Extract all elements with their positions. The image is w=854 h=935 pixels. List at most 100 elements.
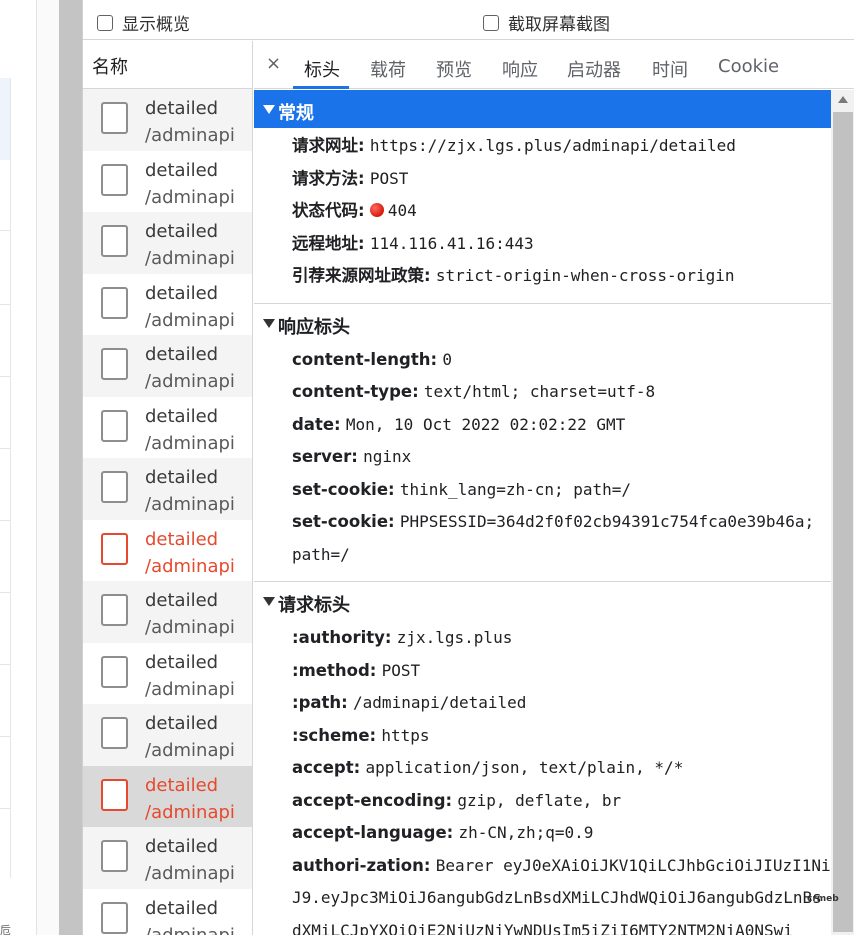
checkbox-icon [483,14,499,31]
header-row: :method: POST [254,655,831,688]
request-name: detailed [145,651,219,673]
request-row[interactable]: detailed/adminapi [83,581,252,643]
page-content-strip: 卮 [0,0,37,935]
remote-address-row: 远程地址: 114.116.41.16:443 [254,228,831,261]
request-path: /adminapi [145,248,235,269]
capture-screenshot-checkbox[interactable]: 截取屏幕截图 [483,10,610,35]
document-icon [101,225,128,257]
close-icon[interactable]: × [266,53,281,74]
expand-triangle-icon [263,105,275,114]
status-code-key: 状态代码: [292,201,365,220]
header-value: gzip, deflate, br [457,790,622,810]
tab-preview[interactable]: 预览 [436,56,472,82]
checkbox-icon [97,14,113,31]
request-path: /adminapi [145,186,235,208]
request-name: detailed [145,774,219,796]
request-row[interactable]: detailed/adminapi [83,335,252,397]
tab-timing[interactable]: 时间 [652,56,688,82]
capture-screenshot-label: 截取屏幕截图 [508,15,610,35]
header-row: accept-encoding: gzip, deflate, br [254,785,831,818]
header-row: :authority: zjx.lgs.plus [254,622,831,655]
request-row[interactable]: detailed/adminapi [83,704,252,766]
request-row[interactable]: detailed/adminapi [83,827,252,889]
show-overview-checkbox[interactable]: 显示概览 [97,10,190,35]
remote-address-value: 114.116.41.16:443 [369,233,534,253]
page-gutter [37,0,59,935]
name-column-header[interactable]: 名称 [83,41,252,89]
request-row[interactable]: detailed/adminapi [83,397,252,459]
request-rows: detailed/adminapi detailed/adminapi detail… [83,89,252,935]
request-row[interactable]: detailed/adminapi [83,765,252,827]
request-name: detailed [145,282,219,304]
header-key: content-length: [292,349,438,369]
tab-initiator[interactable]: 启动器 [567,56,621,82]
header-row: date: Mon, 10 Oct 2022 02:02:22 GMT [254,409,831,442]
request-row[interactable]: detailed/adminapi [83,89,252,151]
header-key: set-cookie: [292,512,395,531]
request-row[interactable]: detailed/adminapi [83,151,252,213]
header-row: set-cookie: think_lang=zh-cn; path=/ [254,474,831,507]
tab-payload[interactable]: 载荷 [370,56,406,82]
details-scrollbar[interactable] [831,90,854,935]
document-icon [101,594,128,626]
column-divider [10,78,11,878]
request-name: detailed [145,590,219,611]
request-path: /adminapi [145,432,235,454]
request-path: /adminapi [145,125,235,146]
request-headers-section-header[interactable]: 请求标头 [254,582,831,620]
header-key: accept-encoding: [292,790,453,810]
document-icon [101,471,128,503]
header-value: zjx.lgs.plus [396,628,513,647]
request-path: /adminapi [145,617,235,638]
request-row[interactable]: detailed/adminapi [83,274,252,336]
request-row[interactable]: detailed/adminapi [83,889,252,935]
scrollbar-thumb[interactable] [833,112,853,932]
header-key: set-cookie: [292,479,395,499]
header-key: :scheme: [292,725,377,745]
devtools-resize-handle[interactable] [59,0,82,935]
request-details: × 标头 载荷 预览 响应 启动器 时间 Cookie 常规 请求网址: htt… [254,41,854,935]
request-name: detailed [145,897,219,919]
header-key: accept: [292,758,361,777]
document-icon [101,901,128,934]
request-method-key: 请求方法: [292,168,365,188]
request-name: detailed [145,159,219,181]
header-row: accept-language: zh-CN,zh;q=0.9 [254,817,831,850]
request-name: detailed [145,405,219,427]
referrer-policy-row: 引荐来源网址政策: strict-origin-when-cross-origi… [254,260,831,293]
request-name: detailed [145,713,219,734]
request-name: detailed [145,344,219,365]
request-path: /adminapi [145,309,235,331]
active-tab-indicator [293,86,349,89]
request-path: /adminapi [145,740,235,761]
request-row[interactable]: detailed/adminapi [83,212,252,274]
header-key: accept-language: [292,823,454,842]
general-section-title: 常规 [278,103,314,124]
header-key: authori-zation: [292,855,431,875]
tab-response[interactable]: 响应 [502,56,538,82]
response-headers-section-header[interactable]: 响应标头 [254,304,831,342]
tab-cookies[interactable]: Cookie [718,56,779,77]
expand-triangle-icon [263,318,275,328]
header-row: :scheme: https [254,720,831,753]
headers-content: 常规 请求网址: https://zjx.lgs.plus/adminapi/d… [254,90,831,935]
request-path: /adminapi [145,801,235,823]
request-url-row: 请求网址: https://zjx.lgs.plus/adminapi/deta… [254,130,831,163]
request-row[interactable]: detailed/adminapi [83,643,252,705]
referrer-policy-key: 引荐来源网址政策: [292,266,431,285]
tab-headers[interactable]: 标头 [304,56,340,82]
request-path: /adminapi [145,924,235,935]
header-key: :authority: [292,628,392,647]
header-value: https [381,725,430,745]
request-path: /adminapi [145,555,235,577]
status-code-row: 状态代码: 404 [254,195,831,228]
request-name: detailed [145,467,219,488]
request-row[interactable]: detailed/adminapi [83,458,252,520]
show-overview-label: 显示概览 [122,15,190,35]
partial-glyph: 卮 [0,924,11,935]
header-row: authori-zation: Bearer eyJ0eXAiOiJKV1QiL… [254,850,831,935]
scroll-up-arrow-icon[interactable] [838,96,848,103]
general-section-header[interactable]: 常规 [254,90,831,128]
response-headers-title: 响应标头 [278,316,350,338]
request-row[interactable]: detailed/adminapi [83,520,252,582]
